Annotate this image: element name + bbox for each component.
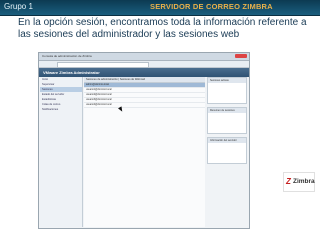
zimbra-admin-header: VMware Zimbra Administrator [39,68,249,77]
intro-text: En la opción sesión, encontramos toda la… [18,17,307,40]
slide-title: SERVIDOR DE CORREO ZIMBRA [150,2,273,11]
window-controls-icon [235,54,247,58]
slide-header-bar: Grupo 1 SERVIDOR DE CORREO ZIMBRA [0,0,320,16]
info-card: Sesiones activas [207,77,247,104]
sidebar-item: Notificaciones [42,108,59,111]
zimbra-logo: Z Zimbra [283,172,315,192]
browser-titlebar: Consola de administración de Zimbra [39,53,249,61]
zimbra-logo-mark: Z [286,177,291,186]
sessions-panel: Sesiones de administración | Sesiones de… [84,77,205,227]
browser-address-bar [39,61,249,68]
info-card-body [208,83,246,103]
info-card-body [208,113,246,133]
table-row: usuario4@dominio.local [84,103,205,108]
info-card: Información del servidor [207,137,247,164]
info-card-body [208,143,246,163]
address-url-field [57,62,149,68]
info-panels: Sesiones activas Resumen de sesiones Inf… [207,77,247,227]
admin-console-screenshot: Consola de administración de Zimbra VMwa… [38,52,250,229]
navigation-sidebar: Inicio Supervisar Sesiones Estado del se… [40,77,83,227]
info-card: Resumen de sesiones [207,107,247,134]
browser-window-title: Consola de administración de Zimbra [42,54,92,58]
zimbra-logo-text: Zimbra [293,178,315,185]
group-label: Grupo 1 [4,2,33,11]
